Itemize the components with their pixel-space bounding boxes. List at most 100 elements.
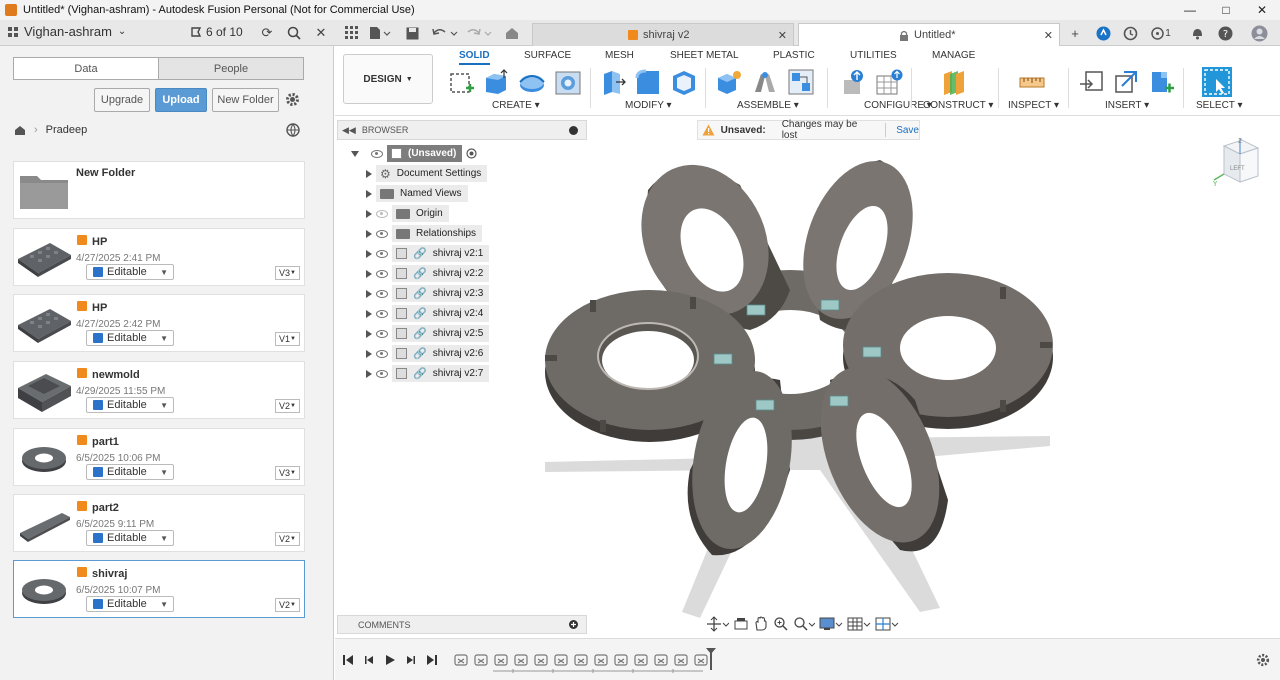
expand-icon[interactable] xyxy=(366,329,372,338)
tab-plastic[interactable]: PLASTIC xyxy=(773,50,815,61)
expand-icon[interactable] xyxy=(366,289,372,298)
save-icon[interactable] xyxy=(403,24,421,42)
group-modify[interactable]: MODIFY ▾ xyxy=(625,100,672,111)
file-card-shivraj[interactable]: shivraj 6/5/2025 10:07 PM Editable ▼ V2 ▼ xyxy=(13,560,305,618)
configure-icon[interactable] xyxy=(840,68,868,96)
display-settings-icon[interactable] xyxy=(819,616,843,632)
close-icon[interactable]: ✕ xyxy=(1244,0,1280,20)
group-inspect[interactable]: INSPECT ▾ xyxy=(1008,100,1059,111)
folder-item[interactable]: New Folder xyxy=(13,161,305,219)
fit-icon[interactable] xyxy=(793,616,815,632)
team-selector[interactable]: Vighan-ashram ⌄ xyxy=(8,24,126,39)
tree-component-1[interactable]: 🔗 shivraj v2:1 xyxy=(366,245,490,262)
expand-icon[interactable] xyxy=(366,169,372,178)
tree-item[interactable]: Origin xyxy=(392,205,449,222)
file-card-part2[interactable]: part2 6/5/2025 9:11 PM Editable ▼ V2 ▼ xyxy=(13,494,305,552)
group-assemble[interactable]: ASSEMBLE ▾ xyxy=(737,100,799,111)
measure-icon[interactable] xyxy=(1018,68,1046,96)
shell-icon[interactable] xyxy=(670,68,698,96)
look-at-icon[interactable] xyxy=(733,616,749,632)
joint-icon[interactable] xyxy=(751,68,779,96)
permission-dropdown[interactable]: Editable ▼ xyxy=(86,397,174,413)
expand-icon[interactable] xyxy=(366,309,372,318)
version-badge[interactable]: V2 ▼ xyxy=(275,532,300,546)
permission-dropdown[interactable]: Editable ▼ xyxy=(86,596,174,612)
tree-origin[interactable]: Origin xyxy=(366,205,449,222)
file-card-hp-2[interactable]: HP 4/27/2025 2:42 PM Editable ▼ V1 ▼ xyxy=(13,294,305,352)
group-create[interactable]: CREATE ▾ xyxy=(492,100,540,111)
tab-sheet-metal[interactable]: SHEET METAL xyxy=(670,50,739,61)
visibility-icon[interactable] xyxy=(376,349,388,358)
version-badge[interactable]: V2 ▼ xyxy=(275,598,300,612)
tab-utilities[interactable]: UTILITIES xyxy=(850,50,897,61)
redo-icon[interactable] xyxy=(464,24,494,42)
permission-dropdown[interactable]: Editable ▼ xyxy=(86,464,174,480)
visibility-icon[interactable] xyxy=(376,369,388,378)
undo-icon[interactable] xyxy=(430,24,460,42)
version-badge[interactable]: V3 ▼ xyxy=(275,466,300,480)
visibility-icon[interactable] xyxy=(376,249,388,258)
create-sketch-icon[interactable] xyxy=(448,68,476,96)
visibility-icon[interactable] xyxy=(376,329,388,338)
grid-settings-icon[interactable] xyxy=(847,616,871,632)
tree-component-3[interactable]: 🔗 shivraj v2:3 xyxy=(366,285,490,302)
breadcrumb-project[interactable]: Pradeep xyxy=(46,124,88,136)
visibility-icon[interactable] xyxy=(376,269,388,278)
offset-plane-icon[interactable] xyxy=(940,68,968,96)
timeline-features[interactable] xyxy=(453,649,721,677)
close-tab-icon[interactable]: ✕ xyxy=(778,29,787,42)
expand-icon[interactable] xyxy=(366,249,372,258)
new-tab-icon[interactable]: + xyxy=(1066,24,1084,42)
group-insert[interactable]: INSERT ▾ xyxy=(1105,100,1149,111)
tree-component-6[interactable]: 🔗 shivraj v2:6 xyxy=(366,345,490,362)
tree-component-5[interactable]: 🔗 shivraj v2:5 xyxy=(366,325,490,342)
close-panel-icon[interactable]: ✕ xyxy=(312,24,330,42)
expand-icon[interactable] xyxy=(366,229,372,238)
tab-people[interactable]: People xyxy=(158,58,303,79)
insert-mcmaster-icon[interactable] xyxy=(1112,68,1140,96)
fillet-icon[interactable] xyxy=(634,68,662,96)
view-cube[interactable]: Y Z LEFT xyxy=(1208,132,1264,188)
visibility-icon[interactable] xyxy=(376,309,388,318)
upload-button[interactable]: Upload xyxy=(155,88,207,112)
skip-to-start-icon[interactable] xyxy=(341,653,355,667)
tree-component-7[interactable]: 🔗 shivraj v2:7 xyxy=(366,365,490,382)
job-status-icon[interactable] xyxy=(1121,24,1139,42)
tree-item[interactable]: Relationships xyxy=(392,225,483,242)
home-icon[interactable] xyxy=(503,24,521,42)
permission-dropdown[interactable]: Editable ▼ xyxy=(86,330,174,346)
tree-item[interactable]: 🔗 shivraj v2:4 xyxy=(392,305,490,322)
tree-item[interactable]: 🔗 shivraj v2:5 xyxy=(392,325,490,342)
tree-component-4[interactable]: 🔗 shivraj v2:4 xyxy=(366,305,490,322)
bell-icon[interactable] xyxy=(1188,24,1206,42)
expand-icon[interactable] xyxy=(366,269,372,278)
search-icon[interactable] xyxy=(285,24,303,42)
extrude-icon[interactable] xyxy=(482,68,510,96)
insert-component-icon[interactable] xyxy=(1147,68,1175,96)
home-icon[interactable] xyxy=(14,125,26,136)
tree-item[interactable]: 🔗 shivraj v2:6 xyxy=(392,345,490,362)
tree-component-2[interactable]: 🔗 shivraj v2:2 xyxy=(366,265,490,282)
expand-icon[interactable] xyxy=(351,150,359,157)
permission-dropdown[interactable]: Editable ▼ xyxy=(86,264,174,280)
avatar[interactable] xyxy=(1250,24,1268,42)
step-forward-icon[interactable] xyxy=(404,653,418,667)
help-icon[interactable]: ? xyxy=(1216,24,1234,42)
visibility-icon[interactable] xyxy=(376,289,388,298)
revolve-icon[interactable] xyxy=(518,68,546,96)
collapse-browser-icon[interactable]: ◀◀ xyxy=(342,125,356,136)
hidden-icon[interactable] xyxy=(376,209,388,218)
refresh-icon[interactable]: ⟳ xyxy=(258,24,276,42)
group-select[interactable]: SELECT ▾ xyxy=(1196,100,1243,111)
new-folder-button[interactable]: New Folder xyxy=(212,88,279,112)
comments-bar[interactable]: COMMENTS xyxy=(337,615,587,634)
save-link[interactable]: Save xyxy=(896,125,919,136)
data-grid-icon[interactable] xyxy=(343,24,361,42)
expand-icon[interactable] xyxy=(366,369,372,378)
browser-options-icon[interactable] xyxy=(569,126,578,135)
press-pull-icon[interactable] xyxy=(598,68,626,96)
visibility-icon[interactable] xyxy=(371,149,383,158)
version-badge[interactable]: V3 ▼ xyxy=(275,266,300,280)
tree-item[interactable]: 🔗 shivraj v2:3 xyxy=(392,285,490,302)
tab-data[interactable]: Data xyxy=(14,58,158,79)
